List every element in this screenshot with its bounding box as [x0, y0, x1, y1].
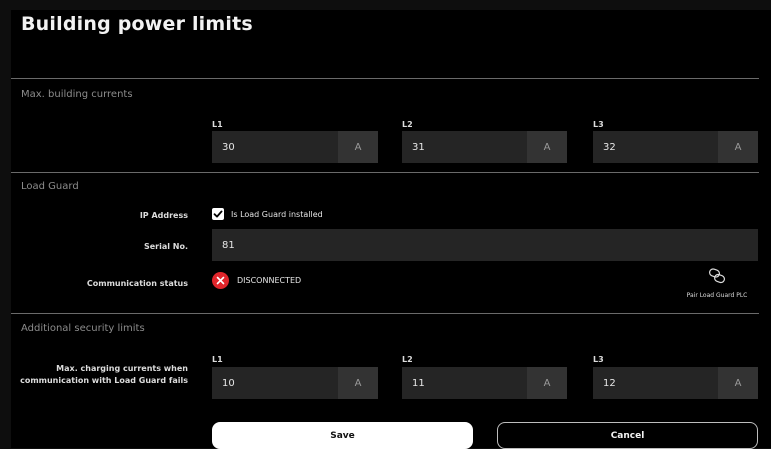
field-value: 32: [603, 141, 616, 153]
unit-label: A: [718, 131, 758, 163]
unit-label: A: [527, 131, 567, 163]
cancel-button[interactable]: Cancel: [497, 422, 758, 449]
unit-label: A: [718, 367, 758, 399]
serial-no-input[interactable]: 81: [212, 229, 758, 261]
max-building-l1-field[interactable]: 30 A: [212, 131, 378, 163]
l3-label: L3: [593, 355, 604, 364]
unit-label: A: [338, 367, 378, 399]
max-building-l3-field[interactable]: 32 A: [593, 131, 758, 163]
error-icon: [212, 272, 229, 289]
l1-label: L1: [212, 120, 223, 129]
section-load-guard-label: Load Guard: [21, 181, 79, 192]
link-icon: [708, 268, 726, 284]
field-value: 81: [222, 239, 235, 251]
divider: [11, 78, 759, 79]
field-value: 30: [222, 141, 235, 153]
max-building-l2-field[interactable]: 31 A: [402, 131, 567, 163]
divider: [11, 313, 759, 314]
l2-label: L2: [402, 355, 413, 364]
unit-label: A: [338, 131, 378, 163]
field-value: 10: [222, 377, 235, 389]
pair-load-guard-label: Pair Load Guard PLC: [686, 292, 748, 299]
field-value: 31: [412, 141, 425, 153]
save-button[interactable]: Save: [212, 422, 473, 449]
close-icon: [216, 276, 225, 285]
divider: [11, 172, 759, 173]
field-value: 12: [603, 377, 616, 389]
load-guard-installed-checkbox[interactable]: [212, 208, 224, 220]
serial-no-label: Serial No.: [143, 242, 188, 251]
security-l1-field[interactable]: 10 A: [212, 367, 378, 399]
security-l2-field[interactable]: 11 A: [402, 367, 567, 399]
l2-label: L2: [402, 120, 413, 129]
communication-status-label: Communication status: [86, 279, 188, 288]
pair-load-guard-button[interactable]: Pair Load Guard PLC: [672, 268, 762, 299]
communication-status-value: DISCONNECTED: [237, 276, 302, 285]
max-charging-label-line2: communication with Load Guard fails: [20, 376, 188, 385]
unit-label: A: [527, 367, 567, 399]
l1-label: L1: [212, 355, 223, 364]
field-value: 11: [412, 377, 425, 389]
ip-address-label: IP Address: [139, 211, 188, 220]
max-charging-label-line1: Max. charging currents when: [56, 364, 188, 373]
section-max-building-label: Max. building currents: [21, 89, 133, 100]
security-l3-field[interactable]: 12 A: [593, 367, 758, 399]
section-security-label: Additional security limits: [21, 323, 145, 334]
checkmark-icon: [213, 210, 223, 218]
load-guard-installed-label: Is Load Guard installed: [231, 210, 323, 219]
page-title: Building power limits: [21, 13, 253, 35]
l3-label: L3: [593, 120, 604, 129]
